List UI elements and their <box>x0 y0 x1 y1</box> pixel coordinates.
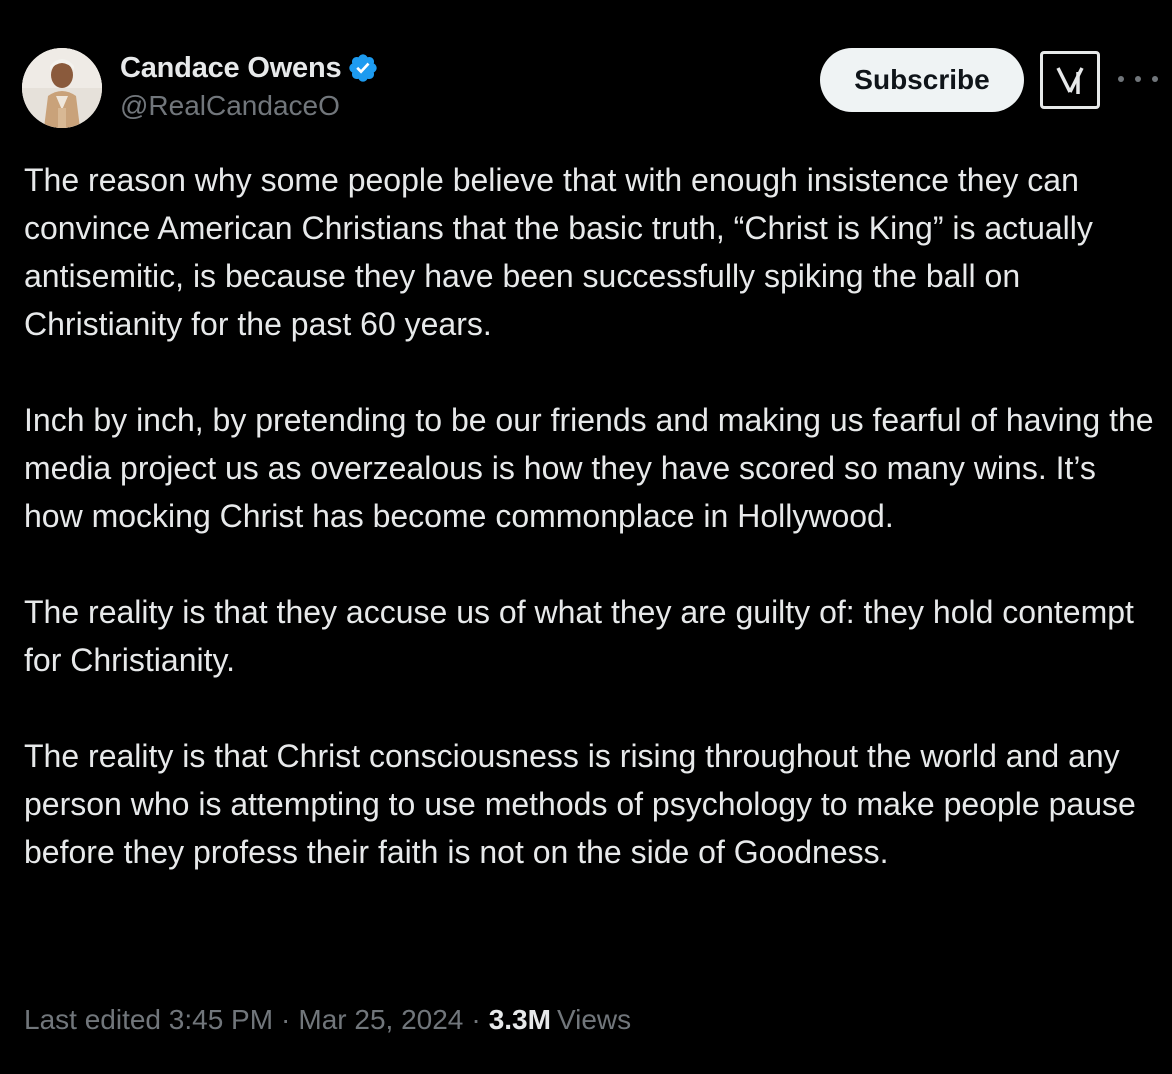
subscribe-button[interactable]: Subscribe <box>820 48 1024 112</box>
tweet-meta: Last edited 3:45 PM · Mar 25, 2024 · 3.3… <box>24 1004 631 1036</box>
views-label: Views <box>556 1004 632 1035</box>
avatar[interactable] <box>22 48 102 128</box>
views-count[interactable]: 3.3M <box>489 1004 551 1036</box>
more-dot <box>1152 76 1158 82</box>
meta-separator: · <box>281 1004 291 1035</box>
author-handle[interactable]: @RealCandaceO <box>120 90 340 122</box>
tweet-paragraph: The reason why some people believe that … <box>24 162 1093 342</box>
tweet-paragraph: Inch by inch, by pretending to be our fr… <box>24 402 1154 534</box>
tweet-paragraph: The reality is that Christ consciousness… <box>24 738 1136 870</box>
more-dots-icon[interactable] <box>1118 66 1158 92</box>
verified-check-icon <box>347 52 379 84</box>
tweet-date[interactable]: Mar 25, 2024 <box>298 1004 463 1036</box>
tweet-body: The reason why some people believe that … <box>24 156 1154 876</box>
meta-separator: · <box>471 1004 481 1035</box>
tweet-card: Candace Owens @RealCandaceO Subscribe Th… <box>0 0 1172 1074</box>
author-name-row: Candace Owens <box>120 50 379 86</box>
more-dot <box>1135 76 1141 82</box>
grok-icon[interactable] <box>1040 51 1100 109</box>
edited-timestamp[interactable]: Last edited 3:45 PM <box>24 1004 273 1036</box>
tweet-paragraph: The reality is that they accuse us of wh… <box>24 594 1134 678</box>
author-display-name[interactable]: Candace Owens <box>120 52 342 85</box>
more-dot <box>1118 76 1124 82</box>
